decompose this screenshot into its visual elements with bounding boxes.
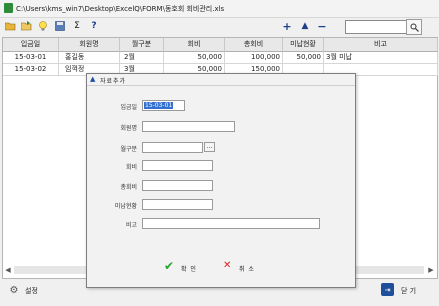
table-cell[interactable]: 15-03-01 bbox=[3, 52, 59, 64]
settings-button[interactable]: 설정 bbox=[25, 286, 38, 296]
help-icon[interactable]: ? bbox=[88, 20, 100, 32]
label-month: 월구분 bbox=[120, 146, 137, 153]
add-record-dialog: ▲ 자료추가 입금일 15-03-01 회원명 월구분 ... 회비 총회비 미… bbox=[86, 73, 356, 288]
open-file-icon[interactable] bbox=[20, 20, 32, 32]
label-unpaid: 미납현황 bbox=[114, 203, 137, 210]
column-header-member[interactable]: 회원명 bbox=[59, 38, 120, 52]
table-cell[interactable]: 50,000 bbox=[164, 52, 225, 64]
table-cell[interactable]: 홍길동 bbox=[59, 52, 120, 64]
month-field[interactable] bbox=[142, 142, 203, 153]
cancel-button[interactable]: 취 소 bbox=[239, 264, 255, 273]
table-cell[interactable]: 3월 미납 bbox=[324, 52, 438, 64]
add-row-icon[interactable]: + bbox=[281, 20, 293, 33]
note-field[interactable] bbox=[142, 218, 320, 229]
close-button[interactable]: 닫 기 bbox=[401, 286, 416, 296]
label-member: 회원명 bbox=[120, 125, 137, 132]
move-up-icon[interactable]: ▲ bbox=[299, 20, 311, 32]
total-fee-field[interactable] bbox=[142, 180, 213, 191]
column-header-total[interactable]: 총회비 bbox=[225, 38, 283, 52]
sum-icon[interactable]: Σ bbox=[71, 20, 83, 32]
column-header-date[interactable]: 입금일 bbox=[3, 38, 59, 52]
label-date: 입금일 bbox=[120, 104, 137, 111]
unpaid-field[interactable] bbox=[142, 199, 213, 210]
label-fee: 회비 bbox=[125, 164, 137, 171]
table-cell[interactable]: 100,000 bbox=[225, 52, 283, 64]
fee-field[interactable] bbox=[142, 160, 213, 171]
label-total: 총회비 bbox=[120, 184, 137, 191]
table-cell[interactable]: 2월 bbox=[120, 52, 164, 64]
search-input[interactable] bbox=[345, 20, 407, 34]
column-header-unpaid[interactable]: 미납현황 bbox=[283, 38, 324, 52]
x-icon[interactable]: ✕ bbox=[223, 260, 235, 272]
confirm-button[interactable]: 확 인 bbox=[181, 264, 197, 273]
dialog-title: 자료추가 bbox=[100, 78, 127, 85]
delete-row-icon[interactable]: − bbox=[316, 20, 328, 33]
browse-month-button[interactable]: ... bbox=[204, 142, 215, 152]
column-header-note[interactable]: 비고 bbox=[324, 38, 438, 52]
table-cell[interactable]: 50,000 bbox=[283, 52, 324, 64]
date-field[interactable]: 15-03-01 bbox=[142, 100, 185, 111]
lightbulb-icon[interactable] bbox=[37, 20, 49, 32]
scroll-right-arrow-icon[interactable]: ▶ bbox=[426, 265, 436, 275]
open-folder-icon[interactable] bbox=[4, 20, 16, 32]
gear-icon[interactable]: ⚙ bbox=[8, 284, 20, 296]
checkmark-icon[interactable]: ✔ bbox=[164, 260, 177, 273]
save-icon[interactable] bbox=[54, 20, 66, 32]
label-note: 비고 bbox=[125, 222, 137, 229]
scroll-left-arrow-icon[interactable]: ◀ bbox=[3, 265, 13, 275]
dialog-title-bar: ▲ 자료추가 bbox=[87, 74, 355, 86]
column-header-month[interactable]: 월구분 bbox=[120, 38, 164, 52]
exit-icon[interactable]: ⇥ bbox=[381, 283, 394, 296]
warning-triangle-icon: ▲ bbox=[90, 75, 96, 83]
column-header-fee[interactable]: 회비 bbox=[164, 38, 225, 52]
excel-app-icon bbox=[4, 3, 13, 13]
search-icon bbox=[410, 23, 419, 32]
member-name-field[interactable] bbox=[142, 121, 235, 132]
window-title: C:\Users\kms_win7\Desktop\ExcelQ\FORM\동호… bbox=[16, 5, 225, 13]
date-field-value: 15-03-01 bbox=[144, 102, 174, 109]
table-cell[interactable]: 15-03-02 bbox=[3, 64, 59, 76]
window-title-bar: C:\Users\kms_win7\Desktop\ExcelQ\FORM\동호… bbox=[0, 0, 439, 18]
search-button[interactable] bbox=[406, 19, 422, 35]
